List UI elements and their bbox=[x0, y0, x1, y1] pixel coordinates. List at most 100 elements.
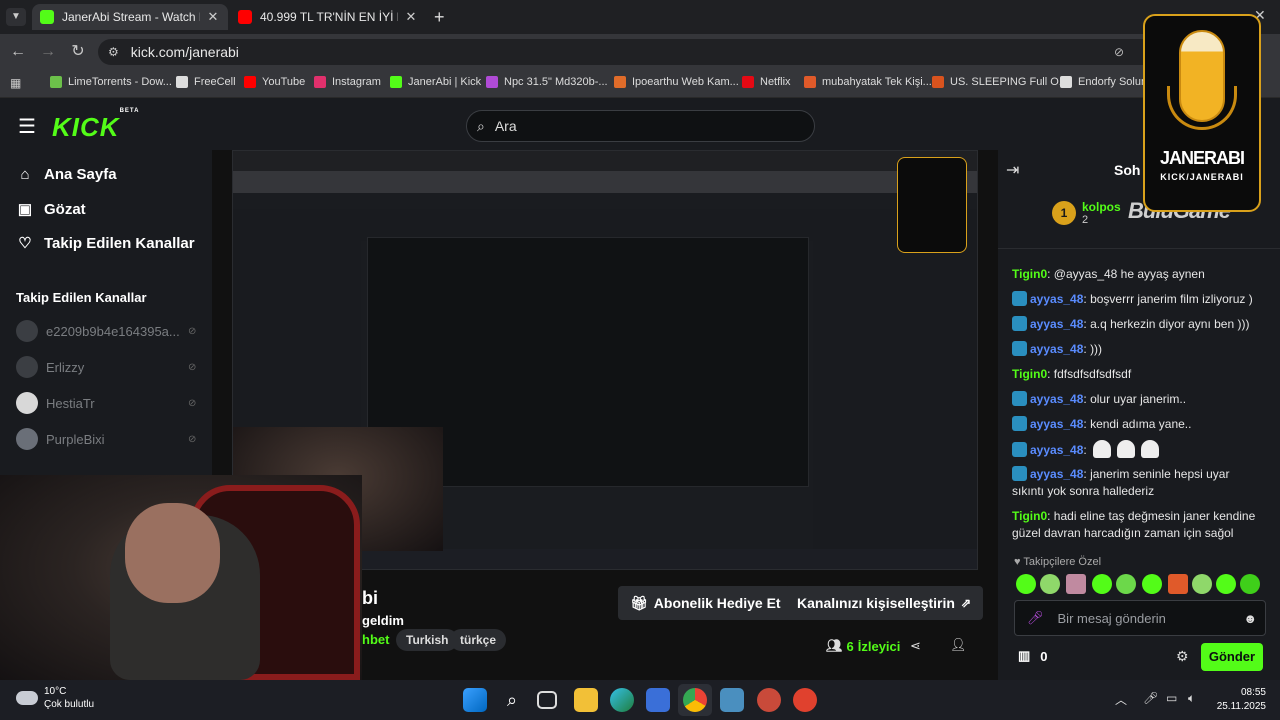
followed-channel[interactable]: Erlizzy ⊘ bbox=[16, 356, 212, 378]
edge-icon[interactable] bbox=[610, 688, 634, 712]
bookmark-instagram[interactable]: Instagram bbox=[314, 76, 381, 88]
chat-text: fdfsdfsdfsdfsdf bbox=[1053, 367, 1132, 381]
chat-input[interactable]: 🎤︎ Bir mesaj gönderin ☻ bbox=[1014, 600, 1266, 636]
emote-icon[interactable] bbox=[1116, 574, 1136, 594]
tracking-protection-icon[interactable]: ⊘ bbox=[1114, 45, 1124, 59]
bookmark-sleeping[interactable]: US. SLEEPING Full O... bbox=[932, 76, 1068, 88]
chat-username[interactable]: ayyas_48 bbox=[1030, 292, 1083, 306]
bookmark-netflix[interactable]: Netflix bbox=[742, 76, 791, 88]
tab-kick-stream[interactable]: JanerAbi Stream - Watch Live o ✕ bbox=[32, 4, 228, 30]
follow-user-icon[interactable]: 👤︎ bbox=[950, 637, 967, 653]
emote-icon[interactable] bbox=[1240, 574, 1260, 594]
emote-icon[interactable] bbox=[1040, 574, 1060, 594]
close-tab-icon[interactable]: ✕ bbox=[206, 9, 220, 25]
back-icon[interactable]: ← bbox=[8, 42, 28, 62]
followed-channel[interactable]: HestiaTr ⊘ bbox=[16, 392, 212, 414]
tag-turkce[interactable]: türkçe bbox=[450, 629, 507, 651]
chat-message: Tigin0: hadi eline taş değmesin janer ke… bbox=[1012, 509, 1256, 540]
stream-category[interactable]: hbet bbox=[362, 632, 389, 647]
url-field[interactable]: ⚙ kick.com/janerabi ⊘ bbox=[98, 39, 1158, 65]
bookmark-kick[interactable]: JanerAbi | Kick bbox=[390, 76, 481, 88]
followed-channel[interactable]: PurpleBixi ⊘ bbox=[16, 428, 212, 450]
app-icon[interactable] bbox=[720, 688, 744, 712]
chat-username[interactable]: ayyas_48 bbox=[1030, 443, 1083, 457]
emote-icon[interactable] bbox=[1142, 574, 1162, 594]
emote-icon[interactable] bbox=[1216, 574, 1236, 594]
emoji-picker-icon[interactable]: ☻ bbox=[1243, 611, 1257, 626]
microphone-stand-icon bbox=[1167, 86, 1237, 130]
bookmark-webcam[interactable]: Ipoearthu Web Kam... bbox=[614, 76, 739, 88]
new-tab-button[interactable]: + bbox=[434, 7, 445, 28]
file-explorer-icon[interactable] bbox=[574, 688, 598, 712]
reload-icon[interactable]: ↻ bbox=[68, 42, 88, 62]
bookmark-favicon-icon bbox=[244, 76, 256, 88]
chat-message: ayyas_48: boşverrr janerim film izliyoru… bbox=[1012, 291, 1264, 308]
close-tab-icon[interactable]: ✕ bbox=[404, 9, 418, 25]
bookmark-limetorrents[interactable]: LimeTorrents - Dow... bbox=[50, 76, 172, 88]
chat-username[interactable]: ayyas_48 bbox=[1030, 342, 1083, 356]
emote-icon[interactable] bbox=[1168, 574, 1188, 594]
subscriber-badge-icon bbox=[1012, 391, 1027, 406]
weather-widget[interactable]: 10°C Çok bulutlu bbox=[16, 685, 94, 711]
time: 08:55 bbox=[1240, 687, 1266, 698]
chat-username[interactable]: Tigin0 bbox=[1012, 367, 1047, 381]
system-tray-chevron-icon[interactable]: ︿ bbox=[1115, 691, 1127, 708]
site-header: ☰ KICKBETA ⌕ Ara bbox=[0, 98, 1280, 154]
bookmark-youtube[interactable]: YouTube bbox=[244, 76, 305, 88]
volume-icon[interactable]: 🔈︎ bbox=[1188, 691, 1195, 706]
site-info-icon[interactable]: ⚙ bbox=[108, 45, 119, 59]
send-button[interactable]: Gönder bbox=[1201, 643, 1263, 671]
chat-username[interactable]: Tigin0 bbox=[1012, 509, 1047, 523]
store-icon[interactable] bbox=[646, 688, 670, 712]
bookmark-endorfy[interactable]: Endorfy Solum bbox=[1060, 76, 1150, 88]
channel-name: Erlizzy bbox=[46, 359, 85, 375]
search-input[interactable]: ⌕ Ara bbox=[466, 110, 815, 142]
apps-grid-icon[interactable]: ▦ bbox=[10, 76, 21, 90]
start-icon[interactable] bbox=[463, 688, 487, 712]
chrome-icon[interactable] bbox=[683, 688, 707, 712]
kick-logo[interactable]: KICKBETA bbox=[52, 108, 139, 143]
collapse-chat-icon[interactable]: ⇥ bbox=[1006, 160, 1019, 180]
channel-points[interactable]: ▥ 0 bbox=[1018, 648, 1048, 664]
tab-youtube[interactable]: 40.999 TL TR'NİN EN İYİ F/P KR ✕ bbox=[230, 4, 426, 30]
chat-username[interactable]: ayyas_48 bbox=[1030, 417, 1083, 431]
bookmark-mubahyatak[interactable]: mubahyatak Tek Kişi... bbox=[804, 76, 932, 88]
app-icon[interactable] bbox=[793, 688, 817, 712]
logo-text: KICK bbox=[52, 112, 120, 142]
capture-addressbar bbox=[233, 171, 977, 193]
tab-list-button[interactable]: ▼ bbox=[6, 8, 26, 26]
task-view-icon[interactable] bbox=[537, 691, 557, 709]
emote-icon[interactable] bbox=[1066, 574, 1086, 594]
followed-channel[interactable]: e2209b9b4e164395a... ⊘ bbox=[16, 320, 212, 342]
clock[interactable]: 08:55 25.11.2025 bbox=[1210, 686, 1266, 714]
nav-browse[interactable]: ▣ Gözat bbox=[16, 200, 86, 219]
share-icon[interactable]: ⋖ bbox=[910, 638, 921, 654]
chat-text: @ayyas_48 he ayyaş aynen bbox=[1053, 267, 1205, 281]
customize-channel-button[interactable]: Kanalınızı kişiselleştirin ⇗ bbox=[785, 586, 984, 620]
emote-icon[interactable] bbox=[1092, 574, 1112, 594]
nav-home[interactable]: ⌂ Ana Sayfa bbox=[16, 166, 116, 183]
chat-settings-icon[interactable]: ⚙ bbox=[1176, 648, 1189, 665]
chat-username[interactable]: ayyas_48 bbox=[1030, 467, 1083, 481]
bookmark-label: YouTube bbox=[262, 76, 306, 88]
app-icon[interactable] bbox=[757, 688, 781, 712]
bookmark-npc[interactable]: Npc 31.5" Md320b-... bbox=[486, 76, 608, 88]
network-icon[interactable]: ▭ bbox=[1166, 691, 1177, 705]
logo-beta: BETA bbox=[119, 108, 140, 115]
emote-icon[interactable] bbox=[1192, 574, 1212, 594]
bookmark-freecell[interactable]: FreeCell bbox=[176, 76, 236, 88]
chat-username[interactable]: ayyas_48 bbox=[1030, 392, 1083, 406]
forward-icon[interactable]: → bbox=[38, 42, 58, 62]
nav-following[interactable]: ♡ Takip Edilen Kanallar bbox=[16, 234, 194, 253]
microphone-tray-icon[interactable]: 🎤︎ bbox=[1143, 691, 1158, 705]
hamburger-menu-icon[interactable]: ☰ bbox=[18, 114, 36, 139]
emote-icon[interactable] bbox=[1016, 574, 1036, 594]
chat-text: a.q herkezin diyor aynı ben ))) bbox=[1090, 317, 1250, 331]
gift-subscription-button[interactable]: 🎁︎ Abonelik Hediye Et bbox=[618, 586, 793, 620]
pinned-leaderboard: 1 kolpos 2 bbox=[1052, 200, 1121, 226]
microphone-icon[interactable]: 🎤︎ bbox=[1027, 610, 1044, 626]
chat-username[interactable]: Tigin0 bbox=[1012, 267, 1047, 281]
search-taskbar-icon[interactable]: ⌕ bbox=[500, 688, 524, 712]
chat-username[interactable]: ayyas_48 bbox=[1030, 317, 1083, 331]
avatar bbox=[16, 392, 38, 414]
